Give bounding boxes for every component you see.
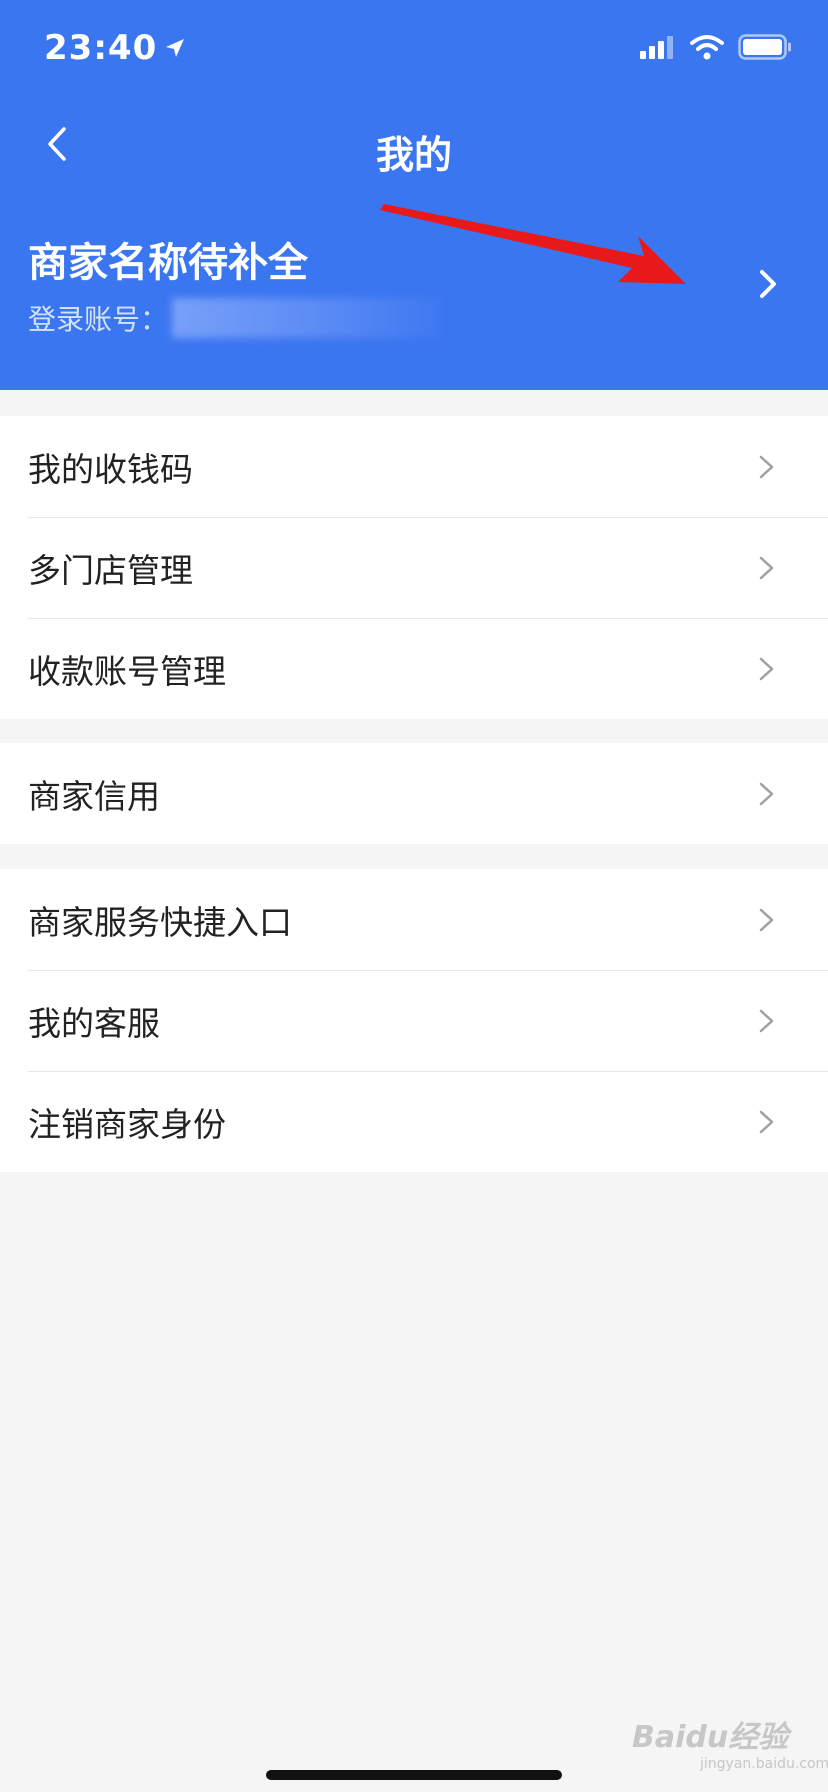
status-bar: 23:40 — [0, 0, 828, 100]
menu-item-label: 我的客服 — [28, 1003, 160, 1043]
status-time: 23:40 — [44, 28, 187, 68]
status-time-text: 23:40 — [44, 28, 158, 68]
account-row: 登录账号： — [28, 298, 443, 338]
signal-icon — [640, 36, 673, 59]
menu-item-label: 商家信用 — [28, 776, 160, 816]
account-label: 登录账号： — [28, 303, 169, 336]
menu-group-3: 商家服务快捷入口 我的客服 注销商家身份 — [0, 869, 828, 1172]
chevron-right-icon — [759, 556, 774, 580]
battery-icon — [738, 34, 791, 60]
menu-item-receiving-account[interactable]: 收款账号管理 — [0, 618, 828, 719]
annotation-arrow — [380, 204, 686, 284]
menu-item-cancel-merchant[interactable]: 注销商家身份 — [0, 1071, 828, 1172]
menu-item-label: 收款账号管理 — [28, 651, 226, 691]
menu-item-customer-service[interactable]: 我的客服 — [0, 970, 828, 1071]
chevron-right-icon — [759, 1110, 774, 1134]
chevron-right-icon[interactable] — [748, 262, 788, 306]
chevron-right-icon — [759, 782, 774, 806]
home-indicator[interactable] — [266, 1770, 562, 1780]
menu-group-2: 商家信用 — [0, 743, 828, 844]
location-arrow-icon — [166, 39, 185, 57]
menu-item-merchant-credit[interactable]: 商家信用 — [0, 743, 828, 844]
menu-group-1: 我的收钱码 多门店管理 收款账号管理 — [0, 416, 828, 719]
watermark-logo: Baidu经验 — [632, 1720, 789, 1755]
header: 23:40 我的 商家名称待补全 登录账号： — [0, 0, 828, 390]
menu-item-label: 我的收钱码 — [28, 449, 193, 489]
nav-bar: 我的 — [0, 100, 828, 196]
wifi-icon — [690, 35, 724, 60]
chevron-right-icon — [759, 908, 774, 932]
status-icons — [640, 34, 792, 60]
menu-item-label: 商家服务快捷入口 — [28, 902, 292, 942]
chevron-right-icon — [759, 657, 774, 681]
menu-item-payment-code[interactable]: 我的收钱码 — [0, 416, 828, 517]
menu-item-service-shortcuts[interactable]: 商家服务快捷入口 — [0, 869, 828, 970]
page-title: 我的 — [375, 133, 452, 177]
merchant-name: 商家名称待补全 — [28, 240, 308, 286]
menu-item-label: 注销商家身份 — [28, 1104, 226, 1144]
chevron-right-icon — [759, 1009, 774, 1033]
account-value-redacted — [172, 298, 443, 338]
menu-item-label: 多门店管理 — [28, 550, 193, 590]
chevron-right-icon — [759, 455, 774, 479]
watermark-url: jingyan.baidu.com — [700, 1756, 828, 1772]
menu-item-multi-store[interactable]: 多门店管理 — [0, 517, 828, 618]
